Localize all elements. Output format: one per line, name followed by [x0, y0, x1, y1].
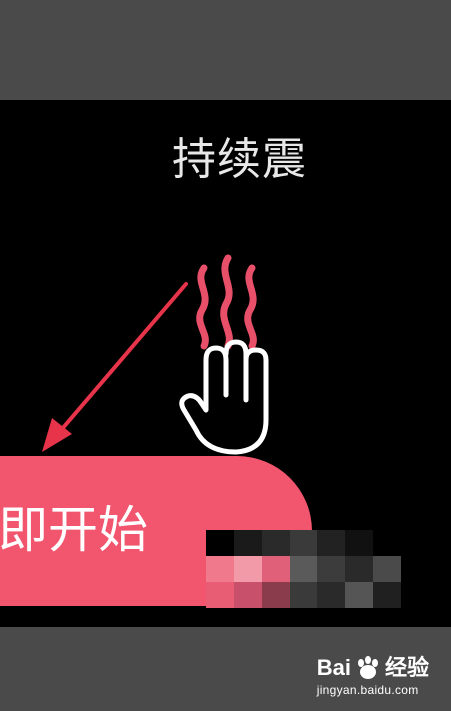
app-screen: 持续震 即开始: [0, 100, 451, 627]
hand-icon: [179, 339, 269, 455]
hand-vibration-icon: [179, 254, 269, 455]
watermark-brand-right: 经验: [384, 655, 429, 680]
baidu-jingyan-watermark: Bai 经验 jingyan.baidu.com: [317, 655, 429, 697]
pixelated-region: [206, 530, 401, 608]
baidu-paw-icon: [357, 656, 378, 679]
watermark-brand: Bai 经验: [317, 655, 429, 681]
top-frame-bar: [0, 0, 451, 100]
watermark-url: jingyan.baidu.com: [316, 683, 419, 697]
start-button-label: 即开始: [0, 501, 148, 559]
watermark-brand-left: Bai: [316, 655, 351, 680]
mode-title: 持续震: [172, 134, 307, 185]
vibration-waves-icon: [196, 254, 257, 350]
